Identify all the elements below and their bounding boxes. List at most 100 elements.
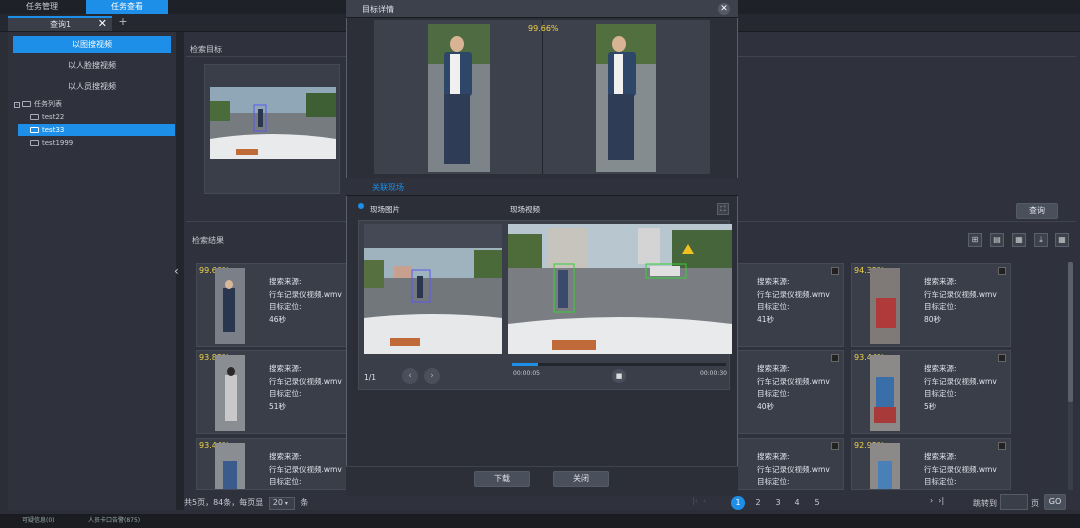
locate-label: 目标定位: xyxy=(757,389,790,398)
source-label: 搜索来源: xyxy=(757,277,790,286)
next-page-icons[interactable]: › ›| xyxy=(930,496,964,505)
video-progress-bar[interactable] xyxy=(512,363,726,366)
close-icon[interactable]: ✕ xyxy=(718,3,730,15)
query-person-image xyxy=(428,24,490,172)
search-target-title: 检索目标 xyxy=(190,45,222,54)
search-video-by-image-button[interactable]: 以图搜视频 xyxy=(13,36,171,53)
search-video-by-face-button[interactable]: 以人脸搜视频 xyxy=(13,57,171,74)
tab-task-view[interactable]: 任务查看 xyxy=(86,0,168,14)
result-checkbox[interactable] xyxy=(998,267,1006,275)
image-counter: 1/1 xyxy=(364,373,377,382)
result-info: 搜索来源: 行车记录仪视频.wmv 目标定位: 5秒 xyxy=(924,363,997,413)
download-icon[interactable]: ⤓ xyxy=(1034,233,1048,247)
go-button[interactable]: GO xyxy=(1044,494,1066,510)
source-label: 搜索来源: xyxy=(269,277,302,286)
summary-prefix: 共5页，84条，每页显 xyxy=(184,498,264,507)
tree-item-test33[interactable]: test33 xyxy=(18,124,175,136)
source-value: 行车记录仪视频.wmv xyxy=(757,464,830,474)
scene-image-radio[interactable] xyxy=(358,203,364,209)
suspicious-info-status[interactable]: 可疑信息(0) xyxy=(22,514,55,528)
fullscreen-icon[interactable]: ⛶ xyxy=(717,203,729,215)
result-card[interactable]: 94.35% 搜索来源: 行车记录仪视频.wmv 目标定位: 80秒 xyxy=(851,263,1011,347)
page-3[interactable]: 3 xyxy=(771,496,785,510)
stop-icon[interactable]: ■ xyxy=(612,369,626,383)
folder-icon xyxy=(22,101,31,107)
source-label: 搜索来源: xyxy=(924,364,957,373)
result-card[interactable]: 92.95% 搜索来源: 行车记录仪视频.wmv 目标定位: xyxy=(851,438,1011,490)
next-image-icon[interactable]: › xyxy=(424,368,440,384)
dialog-footer xyxy=(346,466,738,496)
grid-view-icon[interactable]: ▦ xyxy=(1055,233,1069,247)
page-2[interactable]: 2 xyxy=(751,496,765,510)
select-all-icon[interactable]: ⊞ xyxy=(968,233,982,247)
goto-label: 跳转到 xyxy=(973,499,997,508)
page-1[interactable]: 1 xyxy=(731,496,745,510)
source-label: 搜索来源: xyxy=(757,452,790,461)
add-tab-icon[interactable]: + xyxy=(116,16,130,30)
page-size-select[interactable]: 20 ▾ xyxy=(268,497,295,510)
export-icon[interactable]: ▦ xyxy=(1012,233,1026,247)
locate-label: 目标定位: xyxy=(924,302,957,311)
locate-value: 5秒 xyxy=(924,401,937,411)
scene-video-frame xyxy=(508,224,732,354)
source-value: 行车记录仪视频.wmv xyxy=(924,289,997,299)
dialog-tab-bar: 关联现场 xyxy=(346,178,738,196)
scene-photo xyxy=(364,248,502,354)
result-info: 搜索来源: 行车记录仪视频.wmv 目标定位: xyxy=(924,451,997,489)
download-button[interactable]: 下载 xyxy=(474,471,530,487)
page-size-value: 20 xyxy=(272,498,284,507)
result-card[interactable]: 93.44% 搜索来源: 行车记录仪视频.wmv 目标定位: 5秒 xyxy=(851,350,1011,434)
scene-video[interactable] xyxy=(508,224,732,354)
result-thumbnail xyxy=(215,355,245,431)
tree-item-label: test1999 xyxy=(42,139,74,147)
close-icon[interactable]: ✕ xyxy=(98,17,107,30)
summary-suffix: 条 xyxy=(300,498,309,507)
page-5[interactable]: 5 xyxy=(810,496,824,510)
goto-unit: 页 xyxy=(1031,499,1039,508)
result-checkbox[interactable] xyxy=(831,354,839,362)
close-button[interactable]: 关闭 xyxy=(553,471,609,487)
locate-label: 目标定位: xyxy=(269,302,302,311)
results-scrollbar[interactable] xyxy=(1068,262,1073,490)
dialog-header: 目标详情 ✕ xyxy=(346,0,738,18)
locate-label: 目标定位: xyxy=(924,389,957,398)
tree-item-test1999[interactable]: test1999 xyxy=(30,137,73,149)
result-checkbox[interactable] xyxy=(831,442,839,450)
expand-icon[interactable]: - xyxy=(14,102,20,108)
result-checkbox[interactable] xyxy=(998,442,1006,450)
collapse-icon[interactable]: ‹ xyxy=(174,264,182,278)
result-checkbox[interactable] xyxy=(831,267,839,275)
status-bar: 可疑信息(0) 人员卡口告警(875) xyxy=(0,514,1080,528)
video-time-end: 00:00:30 xyxy=(700,370,727,377)
locate-value: 51秒 xyxy=(269,401,287,411)
result-card[interactable]: 93.83% 搜索来源: 行车记录仪视频.wmv 目标定位: 51秒 xyxy=(196,350,356,434)
document-icon[interactable]: ▤ xyxy=(990,233,1004,247)
result-card[interactable]: 93.44% 搜索来源: 行车记录仪视频.wmv 目标定位: xyxy=(196,438,356,490)
result-info: 搜索来源: 行车记录仪视频.wmv 目标定位: 80秒 xyxy=(924,276,997,326)
prev-page-icons[interactable]: |‹ ‹ xyxy=(692,496,732,505)
tree-root-label: 任务列表 xyxy=(34,100,62,108)
scene-video-label: 现场视频 xyxy=(510,205,540,214)
query-tab[interactable]: 查询1 ✕ xyxy=(8,16,112,31)
query-button[interactable]: 查询 xyxy=(1016,203,1058,219)
checkpoint-alarm-status[interactable]: 人员卡口告警(875) xyxy=(88,514,140,528)
search-video-by-person-button[interactable]: 以人员搜视频 xyxy=(13,78,171,95)
tab-related-scene[interactable]: 关联现场 xyxy=(372,182,404,193)
prev-image-icon[interactable]: ‹ xyxy=(402,368,418,384)
source-value: 行车记录仪视频.wmv xyxy=(269,289,342,299)
source-value: 行车记录仪视频.wmv xyxy=(757,289,830,299)
result-thumbnail xyxy=(870,268,900,344)
result-checkbox[interactable] xyxy=(998,354,1006,362)
search-results-title: 检索结果 xyxy=(192,236,224,245)
locate-label: 目标定位: xyxy=(924,477,957,486)
goto-page-input[interactable] xyxy=(1000,494,1028,510)
tree-root[interactable]: - 任务列表 xyxy=(14,98,62,110)
locate-label: 目标定位: xyxy=(757,477,790,486)
tab-task-management[interactable]: 任务管理 xyxy=(4,0,80,14)
tree-item-test22[interactable]: test22 xyxy=(30,111,64,123)
result-thumbnail xyxy=(215,268,245,344)
result-card[interactable]: 99.66% 搜索来源: 行车记录仪视频.wmv 目标定位: 46秒 xyxy=(196,263,356,347)
page-4[interactable]: 4 xyxy=(790,496,804,510)
chevron-down-icon: ▾ xyxy=(283,500,288,507)
comparison-area: 99.66% xyxy=(374,20,710,174)
